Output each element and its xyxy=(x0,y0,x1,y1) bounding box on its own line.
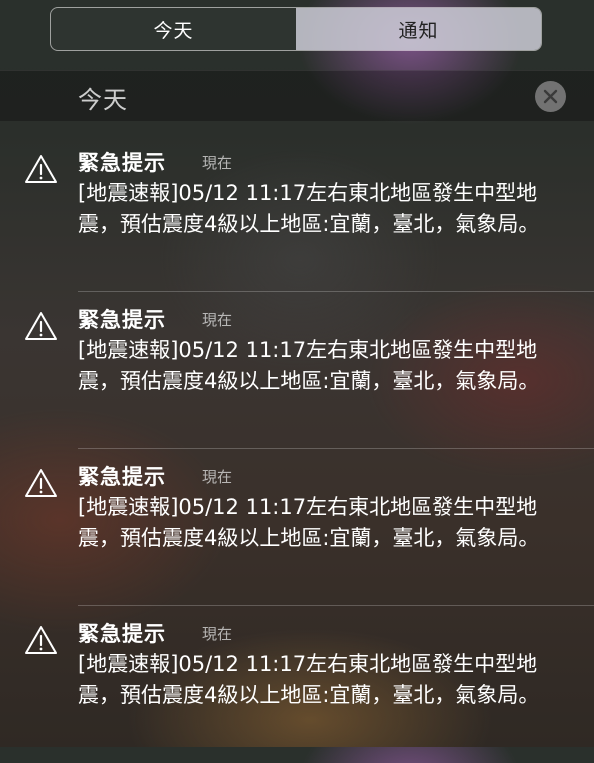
notification-item[interactable]: 緊急提示 現在 [地震速報]05/12 11:17左右東北地區發生中型地震，預估… xyxy=(0,135,594,292)
view-segmented-control: 今天 通知 xyxy=(50,7,542,51)
warning-icon xyxy=(25,312,57,340)
tab-today[interactable]: 今天 xyxy=(51,8,296,50)
notification-time: 現在 xyxy=(202,625,233,643)
notification-body: [地震速報]05/12 11:17左右東北地區發生中型地震，預估震度4級以上地區… xyxy=(78,652,540,707)
clear-notifications-button[interactable] xyxy=(535,81,566,112)
notification-title: 緊急提示 xyxy=(78,622,166,646)
section-title: 今天 xyxy=(78,86,128,114)
tab-notifications[interactable]: 通知 xyxy=(296,8,541,50)
notification-title: 緊急提示 xyxy=(78,308,166,332)
warning-icon xyxy=(25,155,57,183)
notification-item[interactable]: 緊急提示 現在 [地震速報]05/12 11:17左右東北地區發生中型地震，預估… xyxy=(0,292,594,449)
notification-title: 緊急提示 xyxy=(78,151,166,175)
warning-icon xyxy=(25,626,57,654)
notification-time: 現在 xyxy=(202,311,233,329)
notification-item[interactable]: 緊急提示 現在 [地震速報]05/12 11:17左右東北地區發生中型地震，預估… xyxy=(0,606,594,763)
notification-item[interactable]: 緊急提示 現在 [地震速報]05/12 11:17左右東北地區發生中型地震，預估… xyxy=(0,449,594,606)
warning-icon xyxy=(25,469,57,497)
notification-time: 現在 xyxy=(202,154,233,172)
notification-time: 現在 xyxy=(202,468,233,486)
notification-body: [地震速報]05/12 11:17左右東北地區發生中型地震，預估震度4級以上地區… xyxy=(78,181,540,236)
close-icon xyxy=(543,89,558,104)
notification-title: 緊急提示 xyxy=(78,465,166,489)
notification-body: [地震速報]05/12 11:17左右東北地區發生中型地震，預估震度4級以上地區… xyxy=(78,338,540,393)
notification-body: [地震速報]05/12 11:17左右東北地區發生中型地震，預估震度4級以上地區… xyxy=(78,495,540,550)
today-section-header: 今天 xyxy=(0,70,594,121)
